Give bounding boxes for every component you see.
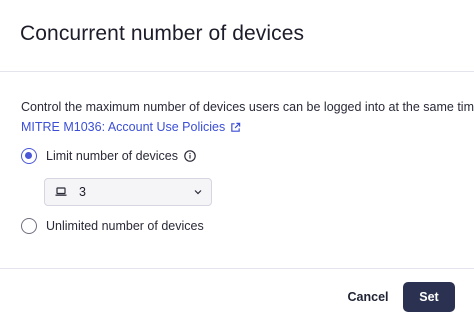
- limit-devices-option[interactable]: Limit number of devices: [21, 148, 196, 164]
- cancel-button[interactable]: Cancel: [340, 282, 396, 312]
- mitre-policy-link-text: MITRE M1036: Account Use Policies: [21, 120, 226, 134]
- unlimited-devices-radio[interactable]: [21, 218, 37, 234]
- dialog-title: Concurrent number of devices: [20, 22, 305, 45]
- concurrent-devices-dialog: Concurrent number of devices Control the…: [0, 0, 474, 324]
- dialog-description: Control the maximum number of devices us…: [21, 100, 474, 114]
- chevron-down-icon: [194, 190, 202, 195]
- limit-devices-label: Limit number of devices: [46, 149, 179, 163]
- device-count-value: 3: [79, 185, 86, 199]
- dialog-header: Concurrent number of devices: [0, 0, 474, 72]
- external-link-icon: [231, 122, 241, 132]
- mitre-policy-link[interactable]: MITRE M1036: Account Use Policies: [21, 120, 241, 134]
- unlimited-devices-option[interactable]: Unlimited number of devices: [21, 218, 204, 234]
- unlimited-devices-label: Unlimited number of devices: [46, 219, 204, 233]
- laptop-icon: [55, 187, 67, 196]
- info-icon[interactable]: [184, 150, 196, 162]
- set-button[interactable]: Set: [403, 282, 455, 312]
- limit-devices-radio[interactable]: [21, 148, 37, 164]
- device-count-select[interactable]: 3: [44, 178, 212, 206]
